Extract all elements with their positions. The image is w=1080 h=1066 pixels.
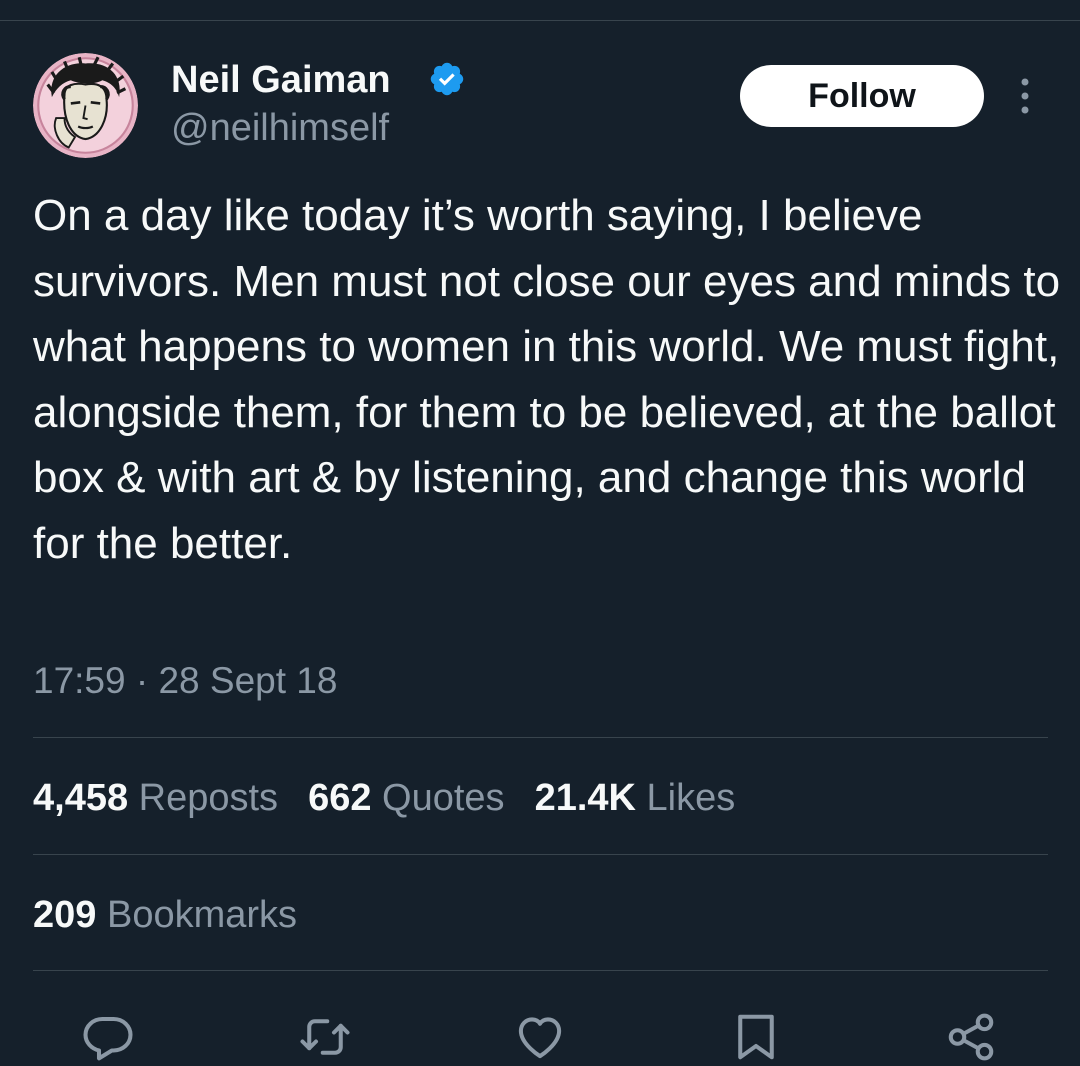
avatar-illustration-icon — [33, 53, 138, 158]
user-handle[interactable]: @neilhimself — [171, 106, 389, 150]
quotes-count: 662 — [308, 777, 372, 819]
bookmark-icon — [738, 1014, 774, 1060]
follow-button[interactable]: Follow — [740, 65, 984, 127]
tweet-text: On a day like today it’s worth saying, I… — [33, 191, 1061, 568]
bookmarks-stats: 209 Bookmarks — [33, 892, 327, 938]
repost-icon — [300, 1019, 350, 1055]
top-divider — [0, 20, 1080, 21]
likes-count: 21.4K — [534, 777, 636, 819]
share-button[interactable] — [944, 1010, 998, 1064]
engagement-stats: 4,458 Reposts 662 Quotes 21.4K Likes — [33, 775, 765, 821]
like-button[interactable] — [513, 1010, 567, 1064]
divider — [33, 970, 1048, 971]
divider — [33, 737, 1048, 738]
reposts-count: 4,458 — [33, 777, 129, 819]
share-icon — [948, 1013, 994, 1061]
display-name[interactable]: Neil Gaiman — [171, 58, 391, 102]
tweet-timestamp[interactable]: 17:59 · 28 Sept 18 — [33, 658, 337, 704]
bookmarks-count: 209 — [33, 894, 97, 936]
verified-badge-icon — [430, 62, 464, 96]
likes-stat[interactable]: 21.4K Likes — [535, 777, 736, 819]
more-vertical-icon — [1021, 78, 1029, 114]
bookmarks-label: Bookmarks — [106, 894, 298, 936]
divider — [33, 854, 1048, 855]
bookmark-button[interactable] — [729, 1010, 783, 1064]
avatar[interactable] — [33, 53, 138, 158]
reply-icon — [83, 1016, 133, 1061]
like-icon — [518, 1017, 562, 1059]
more-options-button[interactable] — [1005, 72, 1045, 120]
repost-button[interactable] — [298, 1010, 352, 1064]
bookmarks-stat[interactable]: 209 Bookmarks — [33, 894, 297, 936]
reposts-label: Reposts — [138, 777, 279, 819]
likes-label: Likes — [646, 777, 736, 819]
quotes-label: Quotes — [382, 777, 505, 819]
reply-button[interactable] — [81, 1010, 135, 1064]
quotes-stat[interactable]: 662 Quotes — [308, 777, 505, 819]
reposts-stat[interactable]: 4,458 Reposts — [33, 777, 278, 819]
